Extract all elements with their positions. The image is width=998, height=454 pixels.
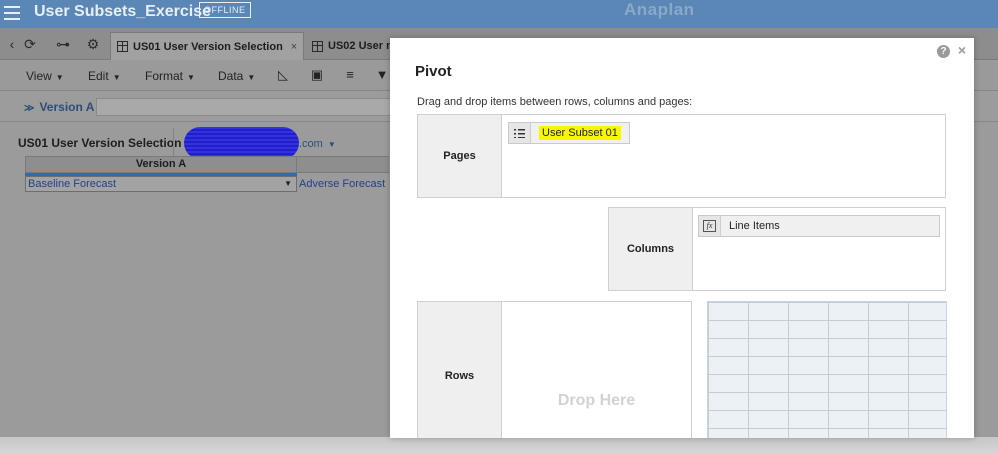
tab-us02-label: US02 User n — [328, 40, 393, 52]
caret-down-icon: ▼ — [112, 73, 121, 82]
drop-here-placeholder: Drop Here — [557, 392, 636, 409]
pages-drop-zone[interactable]: Pages User Subset 01 — [417, 114, 946, 198]
caret-down-icon: ▼ — [327, 140, 336, 149]
grid-icon — [117, 41, 128, 52]
chevron-down-icon: ≫ — [24, 103, 35, 114]
user-selector[interactable]: .com ▼ — [299, 138, 336, 150]
user-subset-chip[interactable]: User Subset 01 — [508, 122, 630, 144]
rows-zone-label: Rows — [418, 302, 502, 438]
chart-axis-icon[interactable]: ◺ — [276, 68, 290, 82]
line-items-chip-label: Line Items — [729, 220, 780, 232]
insert-icon[interactable]: ▣ — [310, 68, 324, 82]
column-header: Version A — [25, 156, 297, 173]
columns-zone-label: Columns — [609, 208, 693, 290]
context-filter-input[interactable] — [96, 98, 396, 116]
redacted-user-scribble — [184, 127, 299, 159]
list-icon — [509, 123, 531, 143]
grid-title: US01 User Version Selection — [18, 136, 182, 150]
grid-icon — [312, 40, 323, 52]
bottom-strip — [0, 437, 998, 454]
tab-us02[interactable]: US02 User n — [306, 32, 399, 60]
anaplan-logo: Anaplan — [624, 0, 695, 19]
hamburger-menu-icon[interactable] — [4, 6, 20, 20]
dialog-instructions: Drag and drop items between rows, column… — [417, 96, 693, 108]
format-menu[interactable]: Format ▼ — [145, 69, 195, 83]
app-header: User Subsets_Exercise OFFLINE Anaplan — [0, 0, 998, 28]
layout-preview-grid — [707, 301, 947, 438]
caret-down-icon: ▼ — [55, 73, 64, 82]
hierarchy-icon[interactable]: ⊶ — [55, 36, 71, 52]
data-menu[interactable]: Data ▼ — [218, 69, 255, 83]
close-tab-icon[interactable]: × — [291, 41, 297, 53]
divider — [173, 128, 174, 156]
pivot-dialog: ? × Pivot Drag and drop items between ro… — [390, 38, 974, 438]
columns-drop-zone[interactable]: Columns fx Line Items — [608, 207, 946, 291]
fx-icon: fx — [699, 216, 721, 236]
rows-drop-zone[interactable]: Rows Drop Here — [417, 301, 692, 438]
gear-icon[interactable]: ⚙ — [85, 36, 101, 52]
data-menu-label: Data — [218, 69, 244, 83]
line-items-chip[interactable]: fx Line Items — [698, 215, 940, 237]
user-subset-chip-label: User Subset 01 — [539, 126, 621, 140]
view-menu-label: View — [26, 69, 52, 83]
user-email-suffix: .com — [299, 138, 323, 150]
version-dropdown-cell[interactable]: Baseline Forecast ▼ — [25, 176, 297, 192]
app-title: User Subsets_Exercise — [34, 3, 211, 20]
filter-icon[interactable]: ▼ — [375, 68, 389, 82]
pages-zone-label: Pages — [418, 115, 502, 197]
offline-status-badge: OFFLINE — [199, 2, 251, 18]
context-selector-label: Version A — [39, 100, 95, 114]
align-icon[interactable]: ≡ — [343, 68, 357, 82]
format-menu-label: Format — [145, 69, 184, 83]
version-dropdown-value: Baseline Forecast — [28, 178, 117, 190]
context-selector[interactable]: ≫ Version A — [24, 100, 94, 114]
view-menu[interactable]: View ▼ — [26, 69, 64, 83]
caret-down-icon: ▼ — [247, 73, 256, 82]
adverse-forecast-cell[interactable]: Adverse Forecast — [299, 178, 385, 190]
edit-menu[interactable]: Edit ▼ — [88, 69, 121, 83]
caret-down-icon: ▼ — [187, 73, 195, 82]
tab-us01[interactable]: US01 User Version Selection × — [110, 32, 305, 60]
help-icon[interactable]: ? — [937, 45, 950, 58]
refresh-icon[interactable]: ⟳ — [22, 36, 38, 52]
tab-us01-label: US01 User Version Selection — [133, 40, 283, 53]
column-header-extension — [297, 156, 389, 173]
edit-menu-label: Edit — [88, 69, 109, 83]
caret-down-icon[interactable]: ▼ — [284, 177, 292, 191]
chevron-left-icon[interactable]: ‹ — [4, 36, 20, 52]
dialog-title: Pivot — [415, 63, 452, 80]
close-icon[interactable]: × — [958, 42, 966, 58]
